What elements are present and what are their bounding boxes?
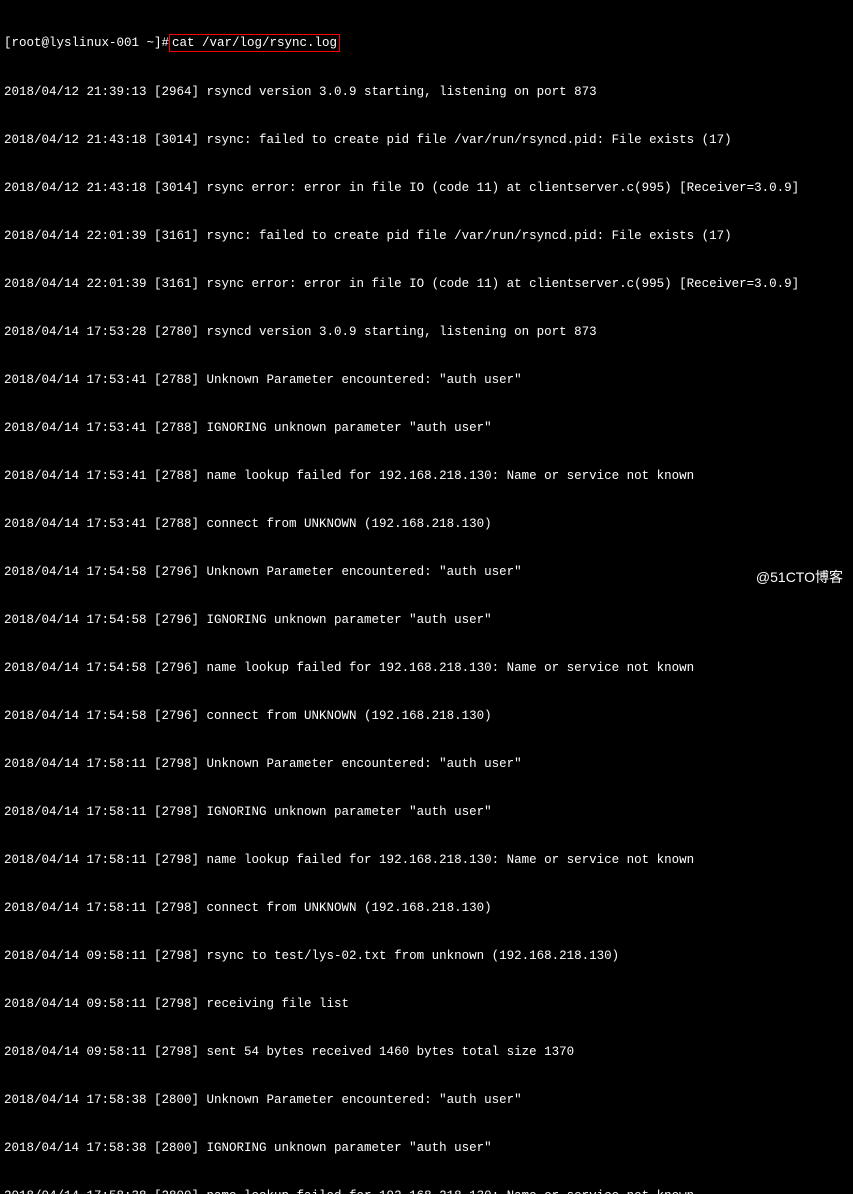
log-line: 2018/04/14 17:58:11 [2798] Unknown Param…	[4, 756, 849, 772]
log-line: 2018/04/12 21:39:13 [2964] rsyncd versio…	[4, 84, 849, 100]
log-line: 2018/04/14 17:58:38 [2800] name lookup f…	[4, 1188, 849, 1194]
log-line: 2018/04/14 17:54:58 [2796] IGNORING unkn…	[4, 612, 849, 628]
log-line: 2018/04/14 17:58:11 [2798] name lookup f…	[4, 852, 849, 868]
log-line: 2018/04/14 17:53:41 [2788] connect from …	[4, 516, 849, 532]
log-line: 2018/04/12 21:43:18 [3014] rsync: failed…	[4, 132, 849, 148]
log-line: 2018/04/12 21:43:18 [3014] rsync error: …	[4, 180, 849, 196]
log-line: 2018/04/14 22:01:39 [3161] rsync: failed…	[4, 228, 849, 244]
watermark-text: @51CTO博客	[756, 569, 843, 585]
log-line: 2018/04/14 17:54:58 [2796] name lookup f…	[4, 660, 849, 676]
prompt-line-1[interactable]: [root@lyslinux-001 ~]# cat /var/log/rsyn…	[4, 34, 849, 52]
log-line: 2018/04/14 17:54:58 [2796] Unknown Param…	[4, 564, 849, 580]
log-line: 2018/04/14 09:58:11 [2798] rsync to test…	[4, 948, 849, 964]
prompt-text: [root@lyslinux-001 ~]#	[4, 35, 169, 51]
terminal-output: [root@lyslinux-001 ~]# cat /var/log/rsyn…	[4, 2, 849, 1194]
log-line: 2018/04/14 17:58:11 [2798] IGNORING unkn…	[4, 804, 849, 820]
log-line: 2018/04/14 17:58:38 [2800] IGNORING unkn…	[4, 1140, 849, 1156]
log-line: 2018/04/14 09:58:11 [2798] sent 54 bytes…	[4, 1044, 849, 1060]
log-line: 2018/04/14 17:53:28 [2780] rsyncd versio…	[4, 324, 849, 340]
log-line: 2018/04/14 17:53:41 [2788] Unknown Param…	[4, 372, 849, 388]
log-line: 2018/04/14 17:54:58 [2796] connect from …	[4, 708, 849, 724]
log-line: 2018/04/14 17:58:11 [2798] connect from …	[4, 900, 849, 916]
command-highlighted: cat /var/log/rsync.log	[169, 34, 340, 52]
log-line: 2018/04/14 17:58:38 [2800] Unknown Param…	[4, 1092, 849, 1108]
log-line: 2018/04/14 09:58:11 [2798] receiving fil…	[4, 996, 849, 1012]
log-line: 2018/04/14 17:53:41 [2788] name lookup f…	[4, 468, 849, 484]
log-line: 2018/04/14 22:01:39 [3161] rsync error: …	[4, 276, 849, 292]
log-line: 2018/04/14 17:53:41 [2788] IGNORING unkn…	[4, 420, 849, 436]
